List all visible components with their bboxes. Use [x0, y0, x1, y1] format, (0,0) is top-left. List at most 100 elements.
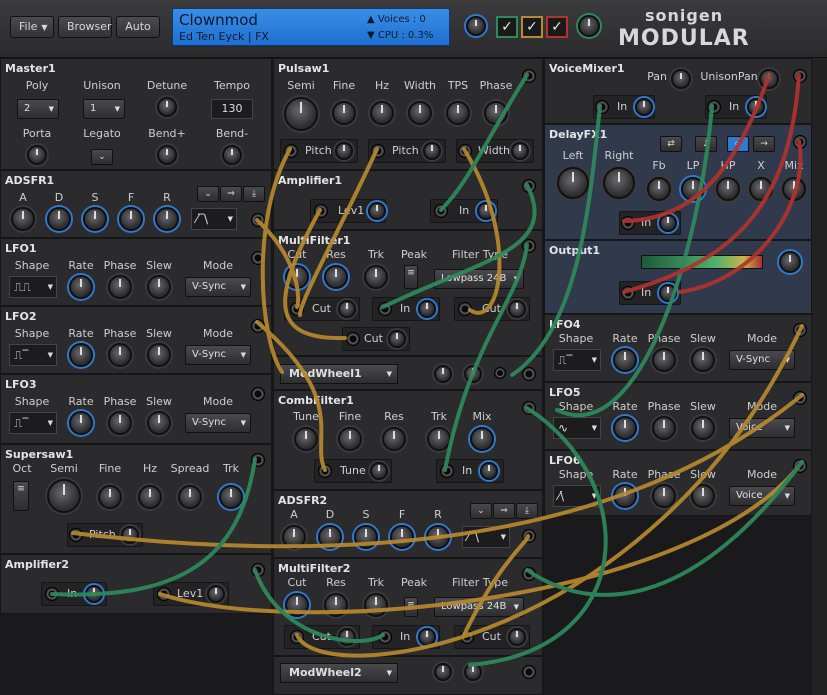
- lfo3-out-jack[interactable]: [251, 387, 265, 401]
- square-wave-icon[interactable]: ⎍⎍: [9, 276, 57, 298]
- in-knob[interactable]: [659, 214, 677, 232]
- output-in-jack[interactable]: [621, 286, 635, 300]
- triangle-wave-icon[interactable]: ⁄\: [553, 485, 601, 507]
- trk-knob[interactable]: [427, 427, 451, 451]
- spread-knob[interactable]: [178, 485, 202, 509]
- decay-knob[interactable]: [47, 207, 71, 231]
- cut2-jack[interactable]: [460, 630, 474, 644]
- adsfr1-out-jack[interactable]: [251, 213, 265, 227]
- mf2-out-jack[interactable]: [522, 567, 536, 581]
- cut1-knob[interactable]: [338, 300, 356, 318]
- trk-knob[interactable]: [364, 265, 388, 289]
- master-volume-knob[interactable]: [466, 16, 486, 36]
- modwheel1-knob-a[interactable]: [434, 365, 452, 383]
- fine-knob[interactable]: [98, 485, 122, 509]
- sustain-knob[interactable]: [83, 207, 107, 231]
- phase-knob[interactable]: [652, 416, 676, 440]
- pitch1-jack[interactable]: [284, 144, 298, 158]
- mix-knob[interactable]: [782, 177, 806, 201]
- pitch1-knob[interactable]: [335, 142, 353, 160]
- pulsaw-out-jack[interactable]: [522, 69, 536, 83]
- vmix-in2-jack[interactable]: [707, 100, 721, 114]
- pingpong-icon[interactable]: ∞: [727, 136, 749, 152]
- tempo-field[interactable]: 130: [211, 99, 253, 119]
- modwheel1-mid-jack[interactable]: [494, 367, 506, 379]
- fade-knob[interactable]: [390, 525, 414, 549]
- mf1-in-jack[interactable]: [378, 302, 392, 316]
- chevron-down-icon[interactable]: ⌄: [197, 186, 219, 202]
- width2-knob[interactable]: [511, 142, 529, 160]
- pulse-wave-icon[interactable]: ⎍‾: [9, 412, 57, 434]
- vertical-scrollbar[interactable]: [812, 58, 827, 695]
- in-knob[interactable]: [659, 284, 677, 302]
- mode-select[interactable]: V-Sync: [185, 413, 251, 433]
- rate-knob[interactable]: [69, 411, 93, 435]
- supersaw-out-jack[interactable]: [251, 453, 265, 467]
- release-knob[interactable]: [155, 207, 179, 231]
- cut-knob[interactable]: [285, 265, 309, 289]
- delay-in-jack[interactable]: [621, 216, 635, 230]
- modwheel1-select[interactable]: ModWheel1: [280, 364, 398, 384]
- fade-knob[interactable]: [119, 207, 143, 231]
- phase-knob[interactable]: [652, 348, 676, 372]
- amp2-out-jack[interactable]: [251, 563, 265, 577]
- fine-knob[interactable]: [338, 427, 362, 451]
- hz-knob[interactable]: [370, 101, 394, 125]
- lfo6-out-jack[interactable]: [793, 459, 807, 473]
- filter-type-select[interactable]: Lowpass 24B: [434, 269, 524, 289]
- porta-knob[interactable]: [27, 145, 47, 165]
- unisonpan-knob[interactable]: [759, 69, 779, 89]
- octave-switch[interactable]: ≡: [13, 481, 29, 511]
- lfo5-out-jack[interactable]: [793, 391, 807, 405]
- trk-knob[interactable]: [364, 593, 388, 617]
- comb-out-jack[interactable]: [522, 401, 536, 415]
- trk-knob[interactable]: [219, 485, 243, 509]
- phase-knob[interactable]: [108, 343, 132, 367]
- envelope-shape-select[interactable]: ⁄‾\: [191, 208, 237, 230]
- cut1-knob[interactable]: [338, 628, 356, 646]
- release-knob[interactable]: [426, 525, 450, 549]
- mix-knob[interactable]: [470, 427, 494, 451]
- modwheel2-knob-b[interactable]: [464, 663, 482, 681]
- phase-knob[interactable]: [108, 275, 132, 299]
- slew-knob[interactable]: [147, 411, 171, 435]
- browser-button[interactable]: Browser: [58, 16, 112, 38]
- slew-knob[interactable]: [691, 484, 715, 508]
- in2-knob[interactable]: [747, 98, 765, 116]
- left-knob[interactable]: [557, 167, 589, 199]
- cut3-jack[interactable]: [346, 332, 360, 346]
- download-icon[interactable]: ⤓: [243, 186, 265, 202]
- mode-select[interactable]: Voice: [729, 418, 795, 438]
- peak-switch[interactable]: ≡: [404, 265, 418, 289]
- download-icon[interactable]: ⤓: [516, 503, 538, 519]
- cut2-knob[interactable]: [508, 628, 526, 646]
- mode-select[interactable]: V-Sync: [185, 345, 251, 365]
- unison-select[interactable]: 1: [83, 99, 125, 119]
- auto-button[interactable]: Auto: [116, 16, 160, 38]
- cut2-jack[interactable]: [458, 302, 472, 316]
- modwheel1-out-jack[interactable]: [522, 367, 536, 381]
- lev-knob[interactable]: [207, 585, 225, 603]
- rate-knob[interactable]: [69, 275, 93, 299]
- tps-knob[interactable]: [446, 101, 470, 125]
- amp2-in-jack[interactable]: [45, 587, 59, 601]
- tune-jack[interactable]: [318, 464, 332, 478]
- res-knob[interactable]: [382, 427, 406, 451]
- route-icon[interactable]: →: [753, 136, 775, 152]
- detune-knob[interactable]: [157, 97, 177, 117]
- peak-switch[interactable]: ≡: [404, 597, 418, 617]
- lfo1-out-jack[interactable]: [251, 251, 265, 265]
- cut-knob[interactable]: [285, 593, 309, 617]
- loop-icon[interactable]: ⇒: [493, 503, 515, 519]
- width-knob[interactable]: [408, 101, 432, 125]
- arrow-updown-icon[interactable]: ▲: [367, 14, 378, 25]
- vmix-out-jack[interactable]: [793, 69, 807, 83]
- sustain-knob[interactable]: [354, 525, 378, 549]
- amp2-lev-jack[interactable]: [157, 587, 171, 601]
- rate-knob[interactable]: [69, 343, 93, 367]
- rate-knob[interactable]: [613, 484, 637, 508]
- phase-knob[interactable]: [484, 101, 508, 125]
- cut1-jack[interactable]: [290, 630, 304, 644]
- slew-knob[interactable]: [691, 348, 715, 372]
- amp1-out-jack[interactable]: [522, 179, 536, 193]
